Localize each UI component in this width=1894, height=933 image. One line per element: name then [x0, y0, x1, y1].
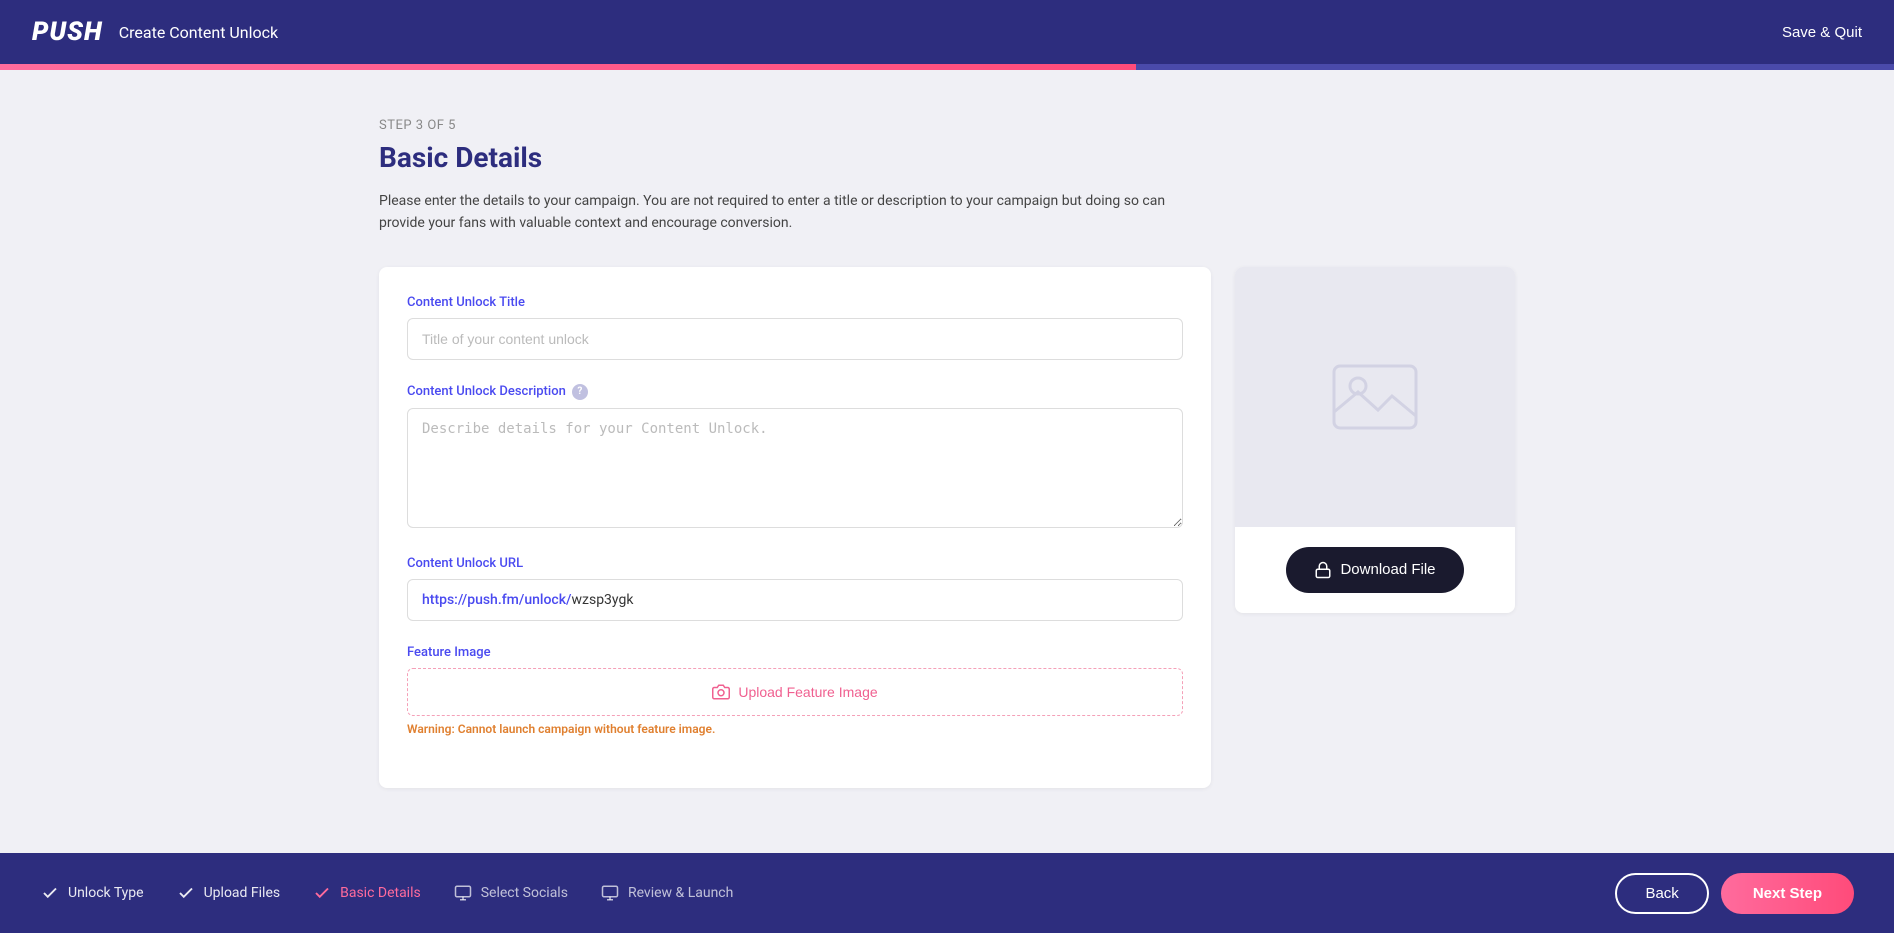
- title-input[interactable]: [407, 318, 1183, 360]
- image-placeholder-icon: [1330, 362, 1420, 432]
- warning-label: Warning:: [407, 722, 455, 736]
- logo: PUSH: [32, 17, 103, 47]
- step-label-upload-files: Upload Files: [204, 885, 281, 901]
- url-suffix: wzsp3ygk: [572, 592, 634, 608]
- step-nav-select-socials[interactable]: Select Socials: [453, 883, 568, 903]
- download-label: Download File: [1340, 561, 1435, 578]
- step-label-review-launch: Review & Launch: [628, 885, 733, 901]
- url-field-group: Content Unlock URL https://push.fm/unloc…: [407, 556, 1183, 621]
- warning-text: Warning: Cannot launch campaign without …: [407, 722, 1183, 736]
- upload-label: Upload Feature Image: [738, 684, 877, 700]
- feature-image-field-group: Feature Image Upload Feature Image Warni…: [407, 645, 1183, 736]
- description-label: Content Unlock Description ?: [407, 384, 1183, 400]
- header-title: Create Content Unlock: [119, 23, 278, 42]
- camera-icon: [712, 683, 730, 701]
- back-button[interactable]: Back: [1615, 873, 1708, 914]
- main-content: STEP 3 OF 5 Basic Details Please enter t…: [347, 70, 1547, 853]
- lock-icon: [1314, 561, 1332, 579]
- warning-message: Cannot launch campaign without feature i…: [458, 722, 716, 736]
- step-nav-basic-details[interactable]: Basic Details: [312, 883, 421, 903]
- step-icon-unlock-type: [40, 883, 60, 903]
- url-display: https://push.fm/unlock/wzsp3ygk: [407, 579, 1183, 621]
- steps-nav: Unlock Type Upload Files Basic Details: [40, 883, 733, 903]
- url-label: Content Unlock URL: [407, 556, 1183, 571]
- header: PUSH Create Content Unlock Save & Quit: [0, 0, 1894, 64]
- description-field-group: Content Unlock Description ?: [407, 384, 1183, 532]
- step-nav-upload-files[interactable]: Upload Files: [176, 883, 281, 903]
- header-left: PUSH Create Content Unlock: [32, 17, 278, 47]
- title-label: Content Unlock Title: [407, 295, 1183, 310]
- step-icon-basic-details: [312, 883, 332, 903]
- step-label-unlock-type: Unlock Type: [68, 885, 144, 901]
- step-label-select-socials: Select Socials: [481, 885, 568, 901]
- content-row: Content Unlock Title Content Unlock Desc…: [379, 267, 1515, 788]
- page-heading: Basic Details: [379, 141, 1515, 174]
- description-textarea[interactable]: [407, 408, 1183, 528]
- step-nav-unlock-type[interactable]: Unlock Type: [40, 883, 144, 903]
- footer: Unlock Type Upload Files Basic Details: [0, 853, 1894, 933]
- download-file-button[interactable]: Download File: [1286, 547, 1463, 593]
- step-icon-review-launch: [600, 883, 620, 903]
- step-icon-upload-files: [176, 883, 196, 903]
- footer-buttons: Back Next Step: [1615, 873, 1854, 914]
- step-label-basic-details: Basic Details: [340, 885, 421, 901]
- form-card: Content Unlock Title Content Unlock Desc…: [379, 267, 1211, 788]
- step-nav-review-launch[interactable]: Review & Launch: [600, 883, 733, 903]
- preview-actions: Download File: [1235, 527, 1515, 613]
- preview-image-area: [1235, 267, 1515, 527]
- upload-feature-image-button[interactable]: Upload Feature Image: [407, 668, 1183, 716]
- preview-card: Download File: [1235, 267, 1515, 613]
- help-icon[interactable]: ?: [572, 384, 588, 400]
- title-field-group: Content Unlock Title: [407, 295, 1183, 360]
- next-step-button[interactable]: Next Step: [1721, 873, 1854, 914]
- step-icon-select-socials: [453, 883, 473, 903]
- save-quit-button[interactable]: Save & Quit: [1782, 24, 1862, 41]
- url-prefix: https://push.fm/unlock/: [422, 592, 572, 608]
- feature-image-label: Feature Image: [407, 645, 1183, 660]
- page-description: Please enter the details to your campaig…: [379, 190, 1199, 235]
- step-label: STEP 3 OF 5: [379, 118, 1515, 133]
